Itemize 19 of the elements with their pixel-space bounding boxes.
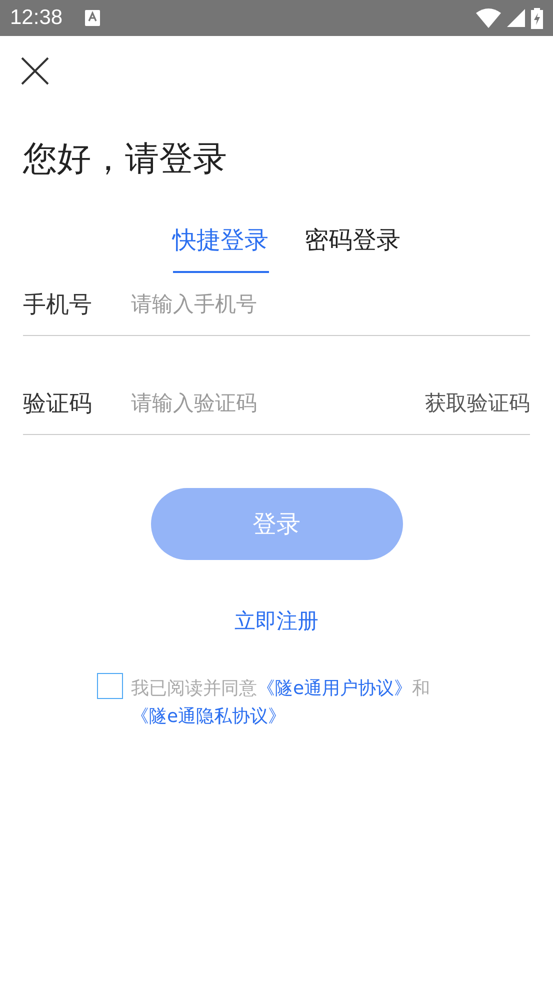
signal-icon [507,9,525,27]
clock: 12:38 [10,6,63,30]
input-field[interactable]: 请输入验证码 [131,391,425,415]
wifi-icon [476,8,501,28]
field-label: 验证码 [23,390,93,418]
get-code-button[interactable]: 获取验证码 [425,389,530,417]
login-tab[interactable]: 密码登录 [304,221,400,273]
page-title: 您好，请登录 [23,138,228,181]
privacy-agreement-link[interactable]: 《隧e通隐私协议》 [131,706,286,727]
input-field[interactable]: 请输入手机号 [131,292,530,316]
login-tab[interactable]: 快捷登录 [172,221,268,273]
agreement-checkbox[interactable] [97,673,123,699]
register-link[interactable]: 立即注册 [228,606,324,636]
close-icon [20,56,50,86]
keyboard-icon [84,10,100,26]
battery-icon [531,8,543,28]
field-label: 手机号 [23,290,93,320]
user-agreement-link[interactable]: 《隧e通用户协议》 [257,678,412,699]
agreement-text: 我已阅读并同意《隧e通用户协议》和 《隧e通隐私协议》 [131,677,432,729]
